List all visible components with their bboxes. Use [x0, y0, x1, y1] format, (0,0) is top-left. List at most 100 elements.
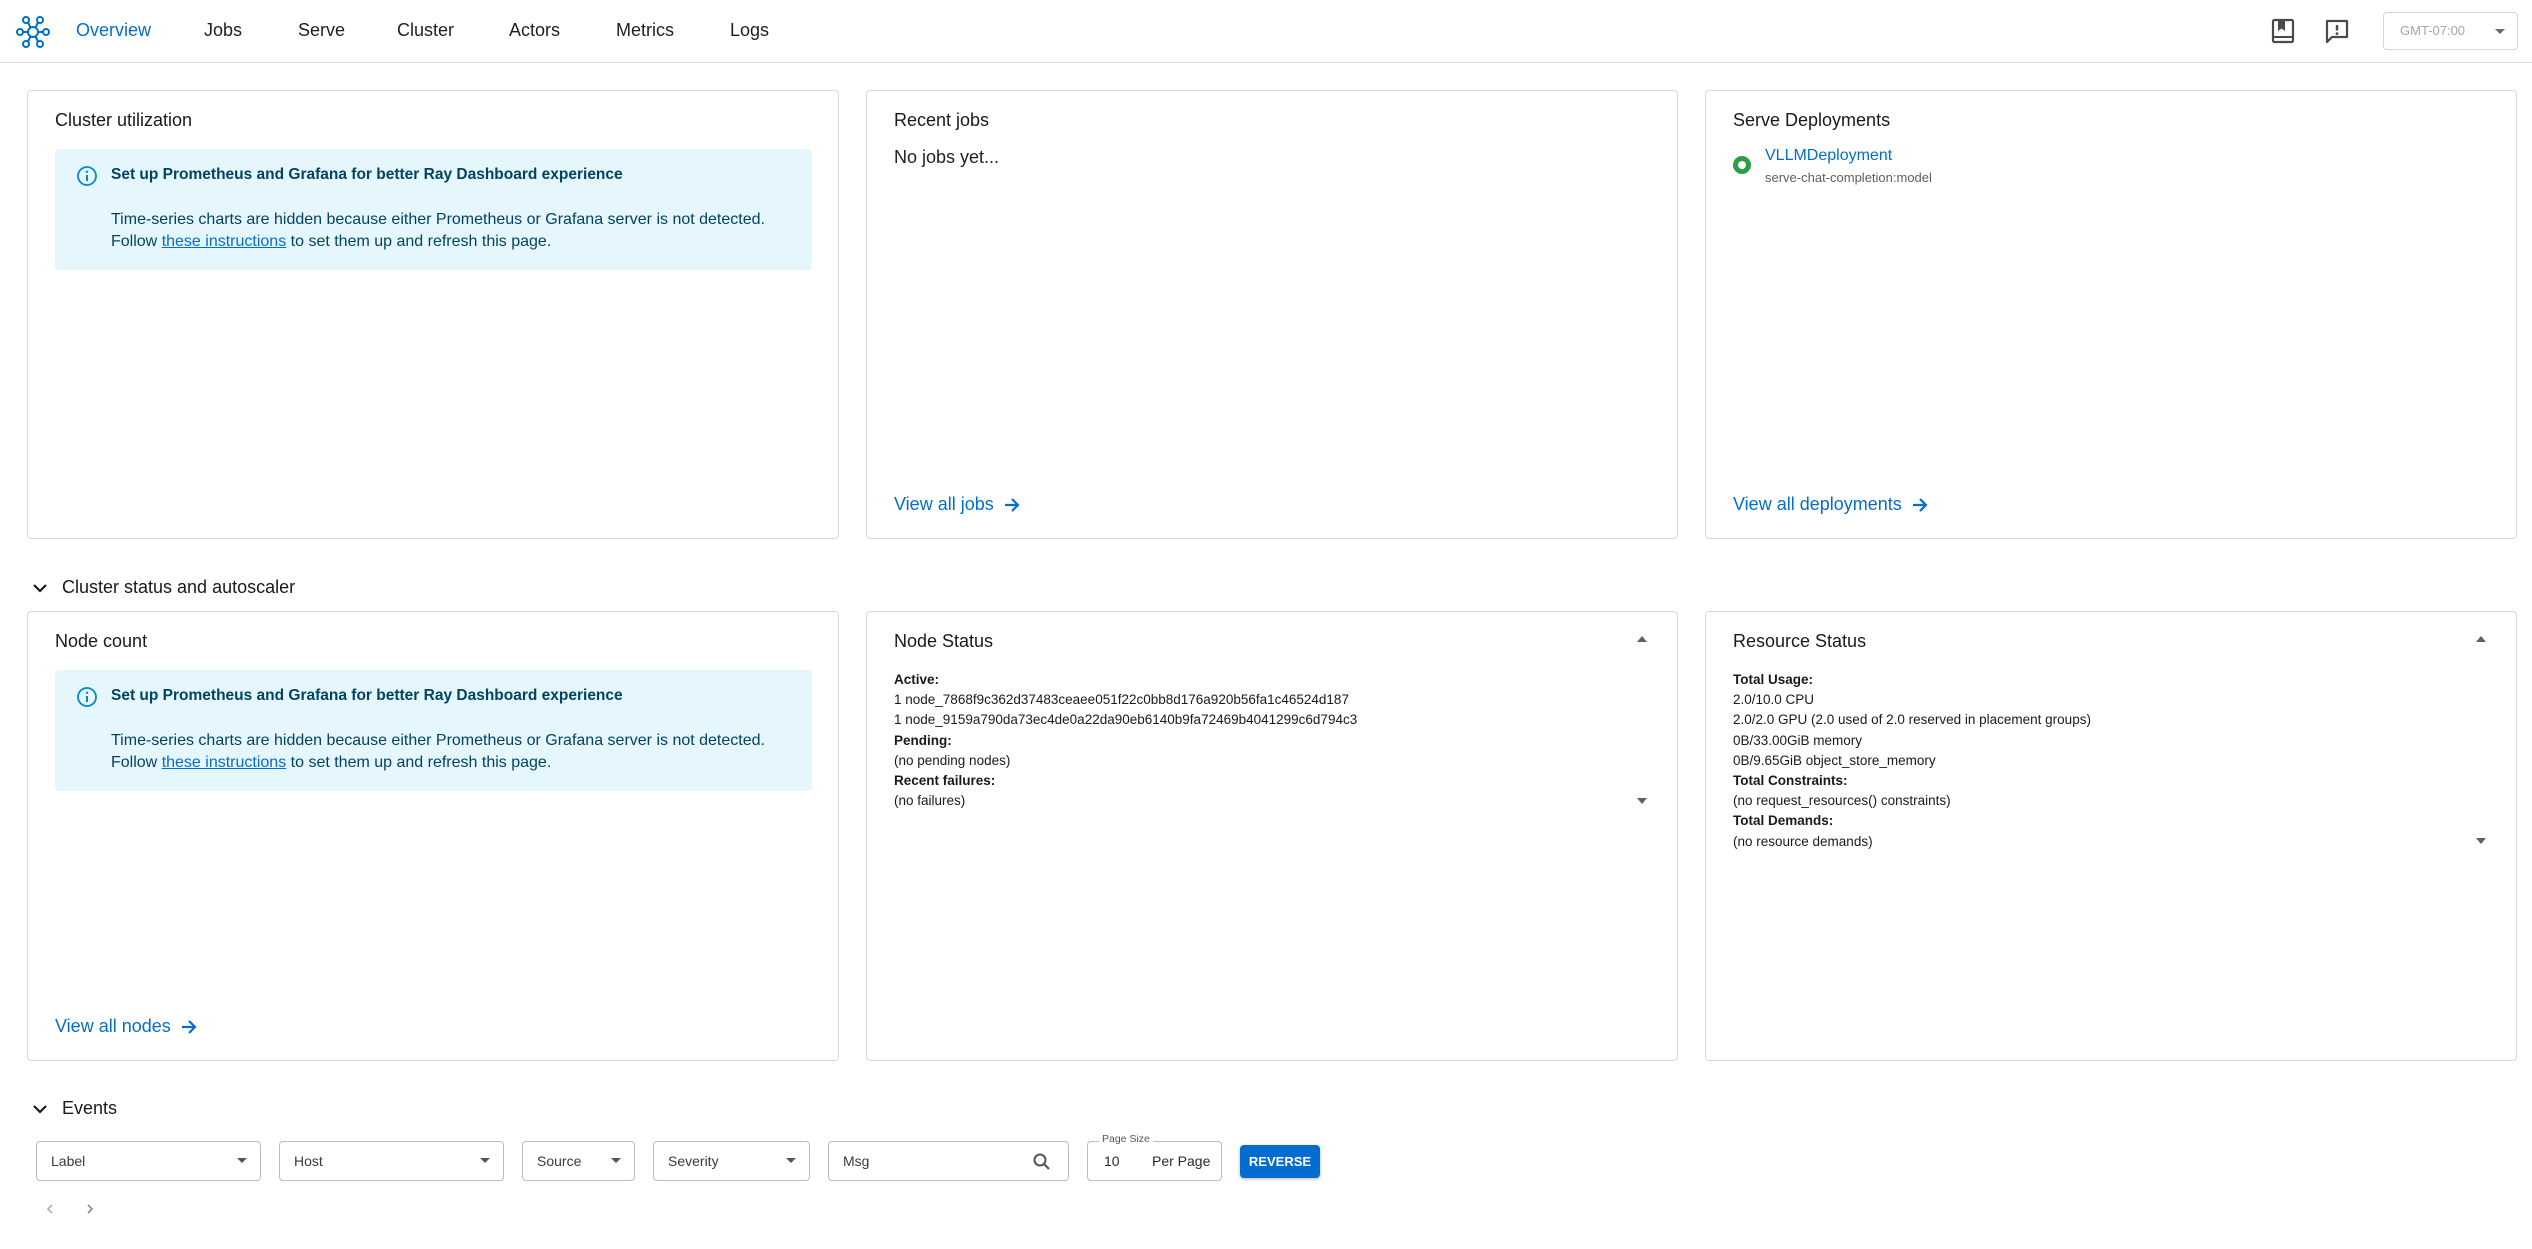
chevron-down-icon — [2495, 29, 2505, 34]
serve-deployments-card: Serve Deployments VLLMDeployment serve-c… — [1705, 90, 2517, 539]
pending-label: Pending: — [894, 732, 952, 748]
alert-body: Time-series charts are hidden because ei… — [111, 730, 801, 774]
chevron-down-icon — [33, 1104, 47, 1114]
view-all-nodes-link[interactable]: View all nodes — [55, 1016, 199, 1037]
prometheus-grafana-alert: Set up Prometheus and Grafana for better… — [55, 670, 812, 791]
recent-jobs-card: Recent jobs No jobs yet... View all jobs — [866, 90, 1678, 539]
card-title: Node Status — [894, 631, 994, 651]
alert-line: Time-series charts are hidden because ei… — [111, 732, 765, 749]
alert-title: Set up Prometheus and Grafana for better… — [111, 166, 623, 183]
reverse-button[interactable]: REVERSE — [1240, 1145, 1320, 1178]
cluster-status-section-toggle[interactable]: Cluster status and autoscaler — [30, 577, 295, 598]
filter-label: Label — [51, 1153, 86, 1169]
page-size-legend: Page Size — [1099, 1133, 1153, 1145]
active-label: Active: — [894, 672, 940, 687]
instructions-link[interactable]: these instructions — [162, 233, 287, 250]
object-store-usage: 0B/9.65GiB object_store_memory — [1733, 752, 1936, 768]
scroll-down-icon[interactable] — [2476, 838, 2486, 844]
alert-line: Time-series charts are hidden because ei… — [111, 211, 765, 228]
source-filter-select[interactable]: Source — [522, 1141, 635, 1181]
alert-follow: Follow — [111, 233, 158, 250]
alert-follow: Follow — [111, 754, 158, 771]
alert-title: Set up Prometheus and Grafana for better… — [111, 687, 623, 704]
alert-body: Time-series charts are hidden because ei… — [111, 209, 801, 253]
failures-value: (no failures) — [894, 793, 966, 809]
scroll-down-icon[interactable] — [1637, 798, 1647, 804]
chevron-right-icon[interactable] — [80, 1199, 100, 1219]
card-title: Resource Status — [1733, 631, 1867, 651]
chevron-left-icon[interactable] — [40, 1199, 60, 1219]
per-page-label: Per Page — [1152, 1153, 1211, 1169]
view-all-jobs-link[interactable]: View all jobs — [894, 494, 1022, 515]
alert-rest: to set them up and refresh this page. — [290, 233, 552, 250]
alert-rest: to set them up and refresh this page. — [290, 754, 552, 771]
page-size-value[interactable]: 10 — [1104, 1153, 1120, 1169]
chevron-down-icon — [786, 1158, 796, 1163]
resource-status-text: Total Usage: 2.0/10.0 CPU 2.0/2.0 GPU (2… — [1733, 670, 2091, 852]
card-title: Cluster utilization — [55, 110, 193, 130]
tab-actors[interactable]: Actors — [509, 18, 560, 42]
gpu-usage: 2.0/2.0 GPU (2.0 used of 2.0 reserved in… — [1733, 712, 2091, 728]
label-filter-select[interactable]: Label — [36, 1141, 261, 1181]
view-all-deployments-link[interactable]: View all deployments — [1733, 494, 1930, 515]
filter-label: Severity — [668, 1153, 719, 1169]
section-title: Cluster status and autoscaler — [62, 577, 296, 597]
chevron-down-icon — [237, 1158, 247, 1163]
filter-label: Source — [537, 1153, 582, 1169]
view-all-jobs-label: View all jobs — [894, 494, 994, 514]
pending-value: (no pending nodes) — [894, 752, 1011, 768]
view-all-nodes-label: View all nodes — [55, 1016, 171, 1036]
tab-metrics[interactable]: Metrics — [616, 18, 674, 42]
no-jobs-text: No jobs yet... — [894, 147, 1000, 167]
tab-overview[interactable]: Overview — [76, 18, 151, 42]
demands-label: Total Demands: — [1733, 813, 1834, 829]
tab-logs[interactable]: Logs — [730, 18, 769, 42]
node-status-text: Active: 1 node_7868f9c362d37483ceaee051f… — [894, 670, 1357, 811]
active-node: 1 node_7868f9c362d37483ceaee051f22c0bb8d… — [894, 692, 1349, 708]
cpu-usage: 2.0/10.0 CPU — [1733, 692, 1815, 708]
deployment-route: serve-chat-completion:model — [1765, 170, 1932, 185]
cluster-utilization-card: Cluster utilization Set up Prometheus an… — [27, 90, 839, 539]
card-title: Recent jobs — [894, 110, 990, 130]
chevron-down-icon — [480, 1158, 490, 1163]
failures-label: Recent failures: — [894, 773, 996, 789]
docs-bookmark-icon[interactable] — [2269, 17, 2297, 45]
tab-serve[interactable]: Serve — [298, 18, 345, 42]
info-icon — [77, 166, 97, 186]
constraints-value: (no request_resources() constraints) — [1733, 793, 1951, 809]
search-icon[interactable] — [1032, 1152, 1052, 1172]
tab-cluster[interactable]: Cluster — [397, 18, 454, 42]
constraints-label: Total Constraints: — [1733, 773, 1848, 789]
info-icon — [77, 687, 97, 707]
usage-label: Total Usage: — [1733, 672, 1814, 687]
node-status-card: Node Status Active: 1 node_7868f9c362d37… — [866, 611, 1678, 1061]
instructions-link[interactable]: these instructions — [162, 754, 287, 771]
severity-filter-select[interactable]: Severity — [653, 1141, 810, 1181]
chevron-down-icon — [33, 583, 47, 593]
active-node: 1 node_9159a790da73ec4de0a22da90eb6140b9… — [894, 712, 1358, 728]
arrow-right-icon — [1004, 497, 1020, 512]
ray-logo-icon[interactable] — [16, 15, 50, 49]
feedback-icon[interactable] — [2323, 17, 2351, 45]
page-size-input[interactable]: Page Size 10 Per Page — [1087, 1133, 1222, 1181]
card-title: Serve Deployments — [1733, 110, 1891, 130]
arrow-right-icon — [181, 1019, 197, 1034]
tab-jobs[interactable]: Jobs — [204, 18, 242, 42]
card-title: Node count — [55, 631, 148, 651]
scroll-up-icon[interactable] — [1637, 636, 1647, 642]
prometheus-grafana-alert: Set up Prometheus and Grafana for better… — [55, 149, 812, 270]
view-all-deployments-label: View all deployments — [1733, 494, 1902, 514]
healthy-status-icon — [1733, 156, 1751, 174]
msg-placeholder: Msg — [843, 1153, 870, 1169]
section-title: Events — [62, 1098, 118, 1118]
events-section-toggle[interactable]: Events — [30, 1098, 117, 1119]
host-filter-select[interactable]: Host — [279, 1141, 504, 1181]
timezone-select[interactable]: GMT-07:00 — [2383, 12, 2518, 50]
resource-status-card: Resource Status Total Usage: 2.0/10.0 CP… — [1705, 611, 2517, 1061]
demands-value: (no resource demands) — [1733, 833, 1873, 849]
deployment-name-link[interactable]: VLLMDeployment — [1765, 147, 1892, 165]
msg-search-input[interactable]: Msg — [828, 1141, 1069, 1181]
scroll-up-icon[interactable] — [2476, 636, 2486, 642]
timezone-value: GMT-07:00 — [2400, 23, 2466, 38]
chevron-down-icon — [611, 1158, 621, 1163]
